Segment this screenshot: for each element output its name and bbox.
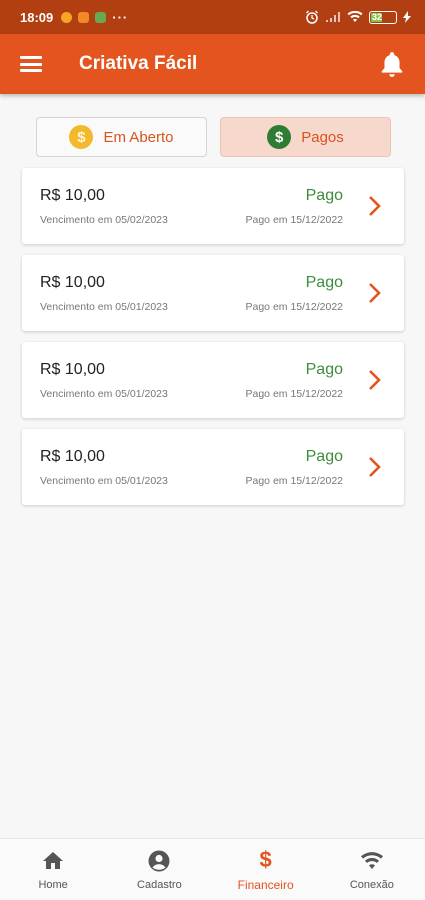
invoice-paid-date: Pago em 15/12/2022	[245, 301, 344, 313]
invoice-status: Pago	[305, 448, 343, 465]
nav-item-financeiro[interactable]: $ Financeiro	[213, 839, 319, 900]
payment-filter-tabs: $ Em Aberto $ Pagos	[36, 117, 391, 157]
invoice-card[interactable]: R$ 10,00 Vencimento em 05/01/2023 Pago P…	[22, 255, 404, 331]
notification-icons: ···	[61, 10, 128, 25]
chevron-right-icon[interactable]	[368, 369, 382, 391]
invoice-status: Pago	[305, 187, 343, 204]
invoice-due-date: Vencimento em 05/01/2023	[40, 301, 168, 313]
status-bar: 18:09 ··· 32	[0, 0, 425, 34]
tab-em-aberto[interactable]: $ Em Aberto	[36, 117, 207, 157]
invoice-amount: R$ 10,00	[40, 448, 105, 465]
home-icon	[43, 851, 64, 869]
tab-label: Em Aberto	[103, 128, 174, 146]
nav-label: Financeiro	[237, 877, 294, 892]
invoice-card[interactable]: R$ 10,00 Vencimento em 05/02/2023 Pago P…	[22, 168, 404, 244]
notification-app-icon	[78, 11, 90, 23]
signal-icon	[326, 12, 340, 22]
notification-app-icon	[95, 11, 107, 23]
nav-label: Conexão	[349, 878, 394, 891]
invoice-paid-date: Pago em 15/12/2022	[245, 475, 344, 487]
dollar-icon: $	[259, 846, 272, 872]
chevron-right-icon[interactable]	[368, 195, 382, 217]
chevron-right-icon[interactable]	[368, 282, 382, 304]
chevron-right-icon[interactable]	[368, 456, 382, 478]
invoice-paid-date: Pago em 15/12/2022	[245, 388, 344, 400]
account-icon	[148, 850, 170, 871]
wifi-icon	[360, 851, 383, 869]
invoice-paid-date: Pago em 15/12/2022	[245, 214, 344, 226]
coin-icon: $	[267, 125, 292, 149]
invoice-card[interactable]: R$ 10,00 Vencimento em 05/01/2023 Pago P…	[22, 342, 404, 418]
battery-icon: 32	[369, 10, 397, 24]
notification-app-icon	[61, 11, 73, 23]
invoice-amount: R$ 10,00	[40, 361, 105, 378]
invoice-status: Pago	[305, 274, 343, 291]
invoice-card[interactable]: R$ 10,00 Vencimento em 05/01/2023 Pago P…	[22, 429, 404, 505]
tab-pagos[interactable]: $ Pagos	[220, 117, 391, 157]
wifi-status-icon	[347, 11, 363, 22]
invoice-amount: R$ 10,00	[40, 274, 105, 291]
invoice-amount: R$ 10,00	[40, 187, 105, 204]
status-time: 18:09	[20, 9, 54, 25]
menu-icon[interactable]	[20, 56, 42, 72]
app-title: Criativa Fácil	[79, 53, 198, 74]
bottom-navigation: Home Cadastro $ Financeiro Conexão	[0, 838, 425, 900]
invoice-due-date: Vencimento em 05/01/2023	[40, 475, 168, 487]
invoice-status: Pago	[305, 361, 343, 378]
bell-icon[interactable]	[379, 50, 405, 78]
nav-item-home[interactable]: Home	[0, 839, 106, 900]
nav-label: Home	[38, 878, 68, 891]
charging-icon	[403, 11, 411, 23]
nav-item-conexao[interactable]: Conexão	[319, 839, 425, 900]
system-icons: 32	[305, 10, 411, 24]
invoice-due-date: Vencimento em 05/01/2023	[40, 388, 168, 400]
coin-icon: $	[69, 125, 94, 149]
alarm-icon	[306, 10, 318, 24]
nav-label: Cadastro	[137, 878, 182, 891]
more-notifications-icon: ···	[112, 9, 129, 25]
battery-level: 32	[372, 12, 383, 22]
nav-item-cadastro[interactable]: Cadastro	[106, 839, 212, 900]
invoice-due-date: Vencimento em 05/02/2023	[40, 214, 168, 226]
app-bar: Criativa Fácil	[0, 34, 425, 94]
tab-label: Pagos	[301, 128, 344, 146]
invoice-list: R$ 10,00 Vencimento em 05/02/2023 Pago P…	[22, 168, 404, 516]
